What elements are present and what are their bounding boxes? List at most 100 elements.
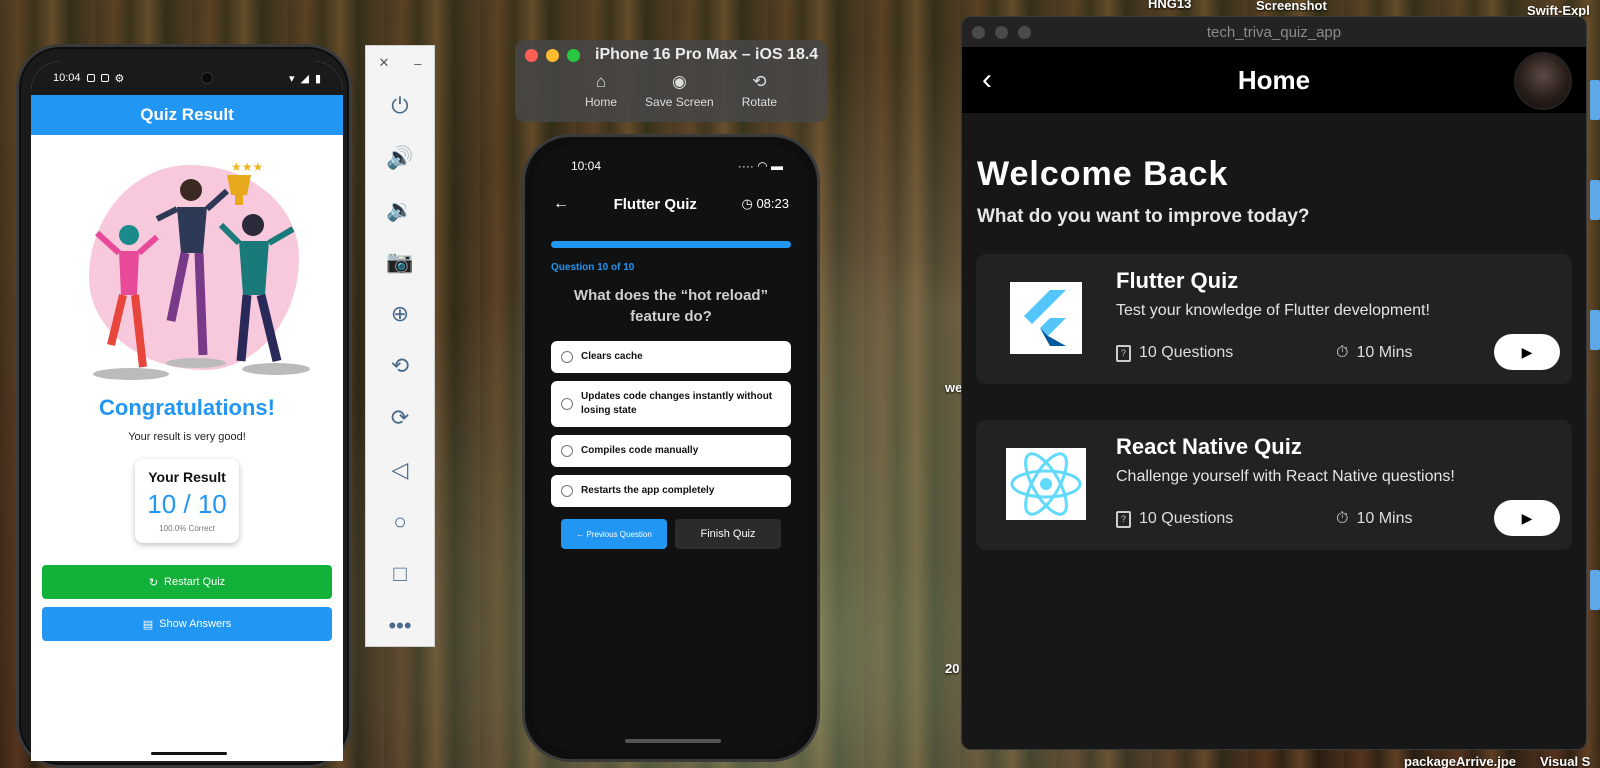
camera-icon: ◉: [671, 72, 687, 91]
start-quiz-button[interactable]: ▶: [1494, 334, 1560, 370]
congratulations-heading: Congratulations!: [99, 395, 275, 420]
android-screen: 10:04 ⚙ ▾ ◢ ▮ Quiz Result ★★★ Congratula…: [31, 61, 343, 761]
celebration-illustration: ★★★: [31, 135, 343, 385]
rotate-button[interactable]: ⟲ Rotate: [742, 72, 777, 109]
welcome-subheading: What do you want to improve today?: [977, 206, 1310, 227]
minimize-icon[interactable]: –: [414, 56, 421, 71]
question-count: ? 10 Questions: [1116, 510, 1233, 528]
previous-question-button[interactable]: ← Previous Question: [561, 519, 667, 549]
desktop-file-label[interactable]: packageArrive.jpe: [1404, 754, 1516, 768]
back-icon[interactable]: ◁: [366, 444, 434, 496]
radio-button[interactable]: [561, 485, 573, 497]
desktop-file-label[interactable]: Screenshot: [1256, 0, 1327, 13]
desktop-file-label[interactable]: we: [945, 380, 962, 395]
quiz-duration-label: 10 Mins: [1356, 510, 1413, 527]
back-arrow-icon[interactable]: ←: [553, 195, 569, 213]
start-quiz-button[interactable]: ▶: [1494, 500, 1560, 536]
zoom-window-button[interactable]: [567, 49, 580, 62]
home-icon[interactable]: ○: [366, 496, 434, 548]
answer-option[interactable]: Updates code changes instantly without l…: [551, 381, 791, 427]
home-button[interactable]: ⌂ Home: [585, 72, 617, 109]
rotate-label: Rotate: [741, 95, 778, 109]
desktop-file-icon[interactable]: [1590, 80, 1600, 120]
answer-option-label: Compiles code manually: [581, 445, 699, 456]
answer-option[interactable]: Compiles code manually: [551, 435, 791, 467]
rotate-left-icon[interactable]: ⟲: [366, 340, 434, 392]
quiz-duration: ⏱ 10 Mins: [1336, 344, 1413, 362]
answer-option-label: Restarts the app completely: [581, 485, 715, 496]
android-emulator-device: 10:04 ⚙ ▾ ◢ ▮ Quiz Result ★★★ Congratula…: [16, 44, 352, 768]
volume-up-icon[interactable]: 🔊: [366, 132, 434, 184]
answer-option-label: Updates code changes instantly without l…: [581, 391, 773, 416]
save-screen-button[interactable]: ◉ Save Screen: [645, 72, 714, 109]
clock-icon: ◷: [741, 196, 753, 211]
minimize-window-button[interactable]: [995, 26, 1008, 39]
quiz-title: Flutter Quiz: [613, 195, 697, 213]
minimize-window-button[interactable]: [546, 49, 559, 62]
play-icon: ▶: [1521, 509, 1533, 526]
flutter-logo-icon: [1024, 290, 1066, 346]
save-screen-label: Save Screen: [645, 95, 714, 109]
quiz-card-flutter[interactable]: Flutter Quiz Test your knowledge of Flut…: [976, 254, 1572, 384]
restart-quiz-label: Restart Quiz: [164, 576, 226, 588]
close-icon[interactable]: ✕: [378, 55, 389, 71]
signal-icon: ◢: [300, 72, 309, 85]
volume-down-icon[interactable]: 🔉: [366, 184, 434, 236]
desktop-file-icon[interactable]: [1590, 180, 1600, 220]
desktop-file-icon[interactable]: [1590, 310, 1600, 350]
close-window-button[interactable]: [525, 49, 538, 62]
desktop-file-label[interactable]: HNG13: [1148, 0, 1191, 11]
camera-icon[interactable]: 📷: [366, 236, 434, 288]
android-gesture-bar[interactable]: [151, 752, 227, 755]
close-window-button[interactable]: [972, 26, 985, 39]
quiz-timer: ◷ 08:23: [741, 196, 789, 212]
refresh-icon: ↻: [148, 576, 159, 589]
timer-value: 08:23: [756, 196, 789, 211]
show-answers-button[interactable]: ▤ Show Answers: [42, 607, 332, 641]
home-appbar: ‹ Home: [962, 47, 1586, 113]
overview-icon[interactable]: □: [366, 548, 434, 600]
window-title: tech_triva_quiz_app: [1206, 23, 1342, 41]
answer-option[interactable]: Clears cache: [551, 341, 791, 373]
notification-icon: [86, 74, 95, 82]
zoom-window-button[interactable]: [1018, 26, 1031, 39]
notification-icon: [100, 74, 109, 82]
zoom-icon[interactable]: ⊕: [366, 288, 434, 340]
quiz-card-react-native[interactable]: React Native Quiz Challenge yourself wit…: [976, 420, 1572, 550]
radio-button[interactable]: [561, 398, 573, 410]
result-card-title: Your Result: [148, 469, 226, 485]
settings-icon: ⚙: [114, 72, 125, 85]
svg-text:★★★: ★★★: [231, 160, 263, 174]
finish-quiz-button[interactable]: Finish Quiz: [675, 519, 781, 549]
restart-quiz-button[interactable]: ↻ Restart Quiz: [42, 565, 332, 599]
radio-button[interactable]: [561, 445, 573, 457]
quiz-appbar: ← Flutter Quiz ◷ 08:23: [533, 179, 809, 229]
power-icon[interactable]: ⏻: [366, 80, 434, 132]
desktop-file-label[interactable]: 20: [945, 661, 959, 676]
rotate-icon: ⟲: [752, 72, 767, 91]
quiz-progress-fill: [551, 241, 791, 248]
ios-simulator-titlebar: iPhone 16 Pro Max – iOS 18.4 ⌂ Home ◉ Sa…: [515, 40, 827, 122]
finish-quiz-label: Finish Quiz: [700, 528, 756, 540]
book-icon: ▤: [142, 618, 154, 631]
radio-button[interactable]: [561, 351, 573, 363]
result-score: 10 / 10: [147, 489, 227, 519]
android-status-bar: 10:04 ⚙ ▾ ◢ ▮: [31, 61, 343, 95]
quiz-title: React Native Quiz: [1116, 434, 1302, 459]
play-icon: ▶: [1521, 343, 1533, 360]
rotate-right-icon[interactable]: ⟳: [366, 392, 434, 444]
quiz-result-appbar: Quiz Result: [31, 95, 343, 135]
desktop-file-icon[interactable]: [1590, 570, 1600, 610]
question-count-label: 10 Questions: [1139, 344, 1234, 361]
desktop-file-label[interactable]: Visual S: [1540, 754, 1590, 768]
quiz-duration-label: 10 Mins: [1356, 344, 1413, 361]
answer-option[interactable]: Restarts the app completely: [551, 475, 791, 507]
window-titlebar[interactable]: tech_triva_quiz_app: [962, 17, 1586, 47]
avatar[interactable]: [1514, 52, 1572, 110]
home-indicator[interactable]: [625, 739, 721, 743]
more-icon[interactable]: •••: [366, 600, 434, 652]
back-chevron-icon[interactable]: ‹: [982, 63, 992, 97]
react-logo-icon: [1010, 452, 1082, 516]
stopwatch-icon: ⏱: [1336, 510, 1349, 527]
appbar-title: Quiz Result: [140, 105, 234, 124]
